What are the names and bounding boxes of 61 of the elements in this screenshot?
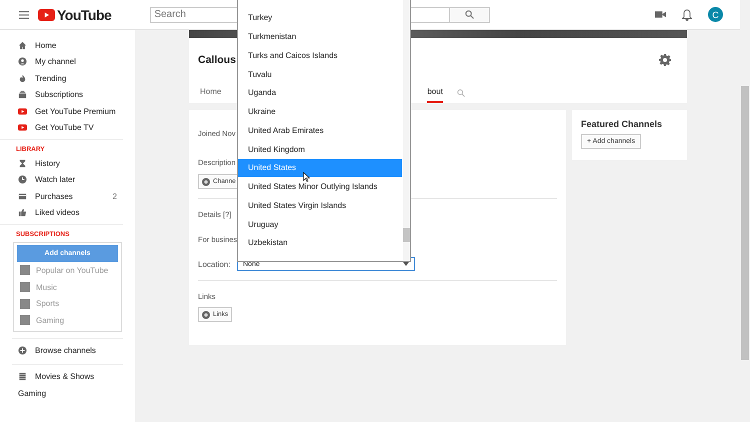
channel-thumbnail-icon (20, 298, 30, 309)
sidebar-item[interactable]: Watch later (0, 172, 135, 188)
dropdown-option[interactable]: Turkey (238, 8, 402, 28)
sidebar-item[interactable]: Purchases 2 (0, 188, 135, 204)
sidebar-item[interactable]: Liked videos (0, 204, 135, 221)
flame-icon (18, 74, 27, 83)
dropdown-option[interactable]: Ukraine (238, 102, 402, 121)
card-icon (18, 192, 27, 201)
dropdown-option[interactable]: United States Virgin Islands (238, 196, 402, 215)
sidebar-item[interactable]: My channel (0, 54, 135, 70)
settings-icon[interactable] (659, 54, 671, 66)
account-circle-icon (18, 57, 27, 66)
search-icon[interactable] (456, 89, 465, 97)
sidebar-item[interactable]: Get YouTube TV (0, 120, 135, 136)
sidebar-item[interactable]: Home (0, 37, 135, 54)
search-button[interactable] (450, 6, 490, 22)
item-count: 2 (112, 192, 117, 201)
dropdown-option[interactable]: Turkmenistan (238, 27, 402, 46)
scrollbar[interactable] (403, 0, 410, 261)
channel-thumbnail-icon (20, 265, 30, 276)
sidebar-item[interactable]: Trending (0, 70, 135, 86)
sidebar-item[interactable]: Movies & Shows (0, 368, 135, 385)
sidebar-item[interactable]: History (0, 155, 135, 172)
dropdown-option[interactable]: Uganda (238, 84, 402, 102)
dropdown-option[interactable]: United Arab Emirates (238, 121, 402, 140)
plus-circle-icon (18, 346, 27, 354)
clock-icon (18, 175, 27, 184)
menu-icon[interactable] (19, 10, 29, 18)
dropdown-option[interactable]: United Kingdom (238, 140, 402, 158)
sidebar-item[interactable]: Subscriptions (0, 86, 135, 103)
sidebar-item[interactable]: Browse channels (0, 342, 135, 358)
play-logo-icon[interactable] (38, 8, 55, 20)
dropdown-option[interactable]: Tuvalu (238, 64, 402, 84)
channel-thumbnail-icon (20, 315, 30, 326)
channel-tab[interactable]: Home (200, 87, 222, 103)
cursor-icon (303, 172, 310, 182)
field-label: Location: (198, 260, 232, 268)
avatar[interactable]: C (708, 7, 723, 22)
logo-text[interactable]: YouTube (57, 6, 112, 22)
play-icon (18, 106, 27, 116)
plus-circle-icon (202, 178, 210, 186)
dropdown-option[interactable]: Turks and Caicos Islands (238, 46, 402, 65)
channel-thumbnail-icon (20, 282, 30, 292)
home-icon (18, 40, 27, 50)
film-icon (18, 372, 27, 381)
dropdown-option[interactable]: Uruguay (238, 214, 402, 234)
bell-icon[interactable] (682, 8, 692, 20)
play-icon (18, 123, 27, 132)
stack-icon (18, 90, 27, 100)
sidebar-item[interactable]: Get YouTube Premium (0, 103, 135, 120)
thumbs-up-icon (18, 208, 27, 218)
channel-tab[interactable]: bout (427, 87, 443, 103)
hourglass-icon (18, 158, 27, 168)
plus-circle-icon (202, 310, 210, 318)
search-icon (465, 10, 474, 19)
channel-title: Callous (198, 54, 236, 66)
panel-title: Featured Channels (581, 119, 664, 129)
dropdown-option[interactable]: United States Minor Outlying Islands (238, 177, 402, 196)
sidebar-item[interactable]: Gaming (0, 384, 135, 402)
video-camera-icon[interactable] (655, 10, 666, 19)
dropdown-option[interactable]: Uzbekistan (238, 234, 402, 252)
